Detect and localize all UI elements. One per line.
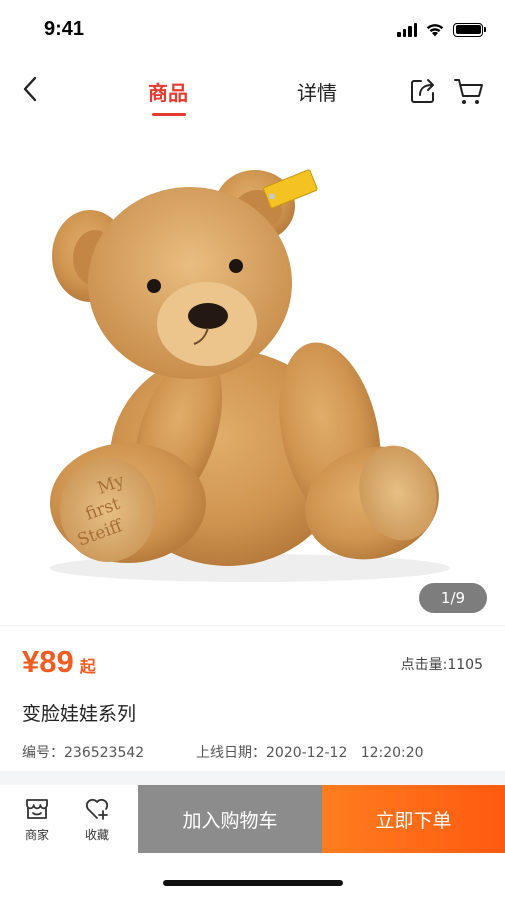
section-divider (0, 771, 505, 785)
home-indicator (163, 880, 343, 886)
favorite-button[interactable]: 收藏 (67, 785, 127, 853)
wifi-icon (426, 24, 444, 37)
product-image: My first Steiff (50, 169, 450, 582)
price-value: ¥89 (22, 644, 74, 679)
favorite-label: 收藏 (84, 828, 109, 842)
online-date: 上线日期：2020-12-12 12:20:20 (196, 745, 424, 761)
signal-icon (397, 22, 417, 37)
product-gallery[interactable]: My first Steiff 1/9 (0, 128, 505, 625)
cart-icon[interactable] (453, 76, 485, 106)
status-bar: 9:41 (0, 0, 505, 58)
status-icons (397, 22, 486, 37)
product-info: ¥89 起 点击量:1105 变脸娃娃系列 编号：236523542 上线日期：2… (0, 625, 505, 771)
tab-detail[interactable]: 详情 (297, 77, 337, 106)
price: ¥89 起 (22, 644, 96, 680)
bottom-action-bar: 商家 收藏 加入购物车 立即下单 (0, 785, 505, 853)
price-suffix: 起 (79, 659, 96, 676)
favorite-icon (85, 798, 109, 820)
buy-now-button[interactable]: 立即下单 (322, 785, 505, 853)
back-icon[interactable] (16, 74, 44, 104)
status-time: 9:41 (44, 18, 85, 40)
battery-icon (453, 22, 486, 37)
product-title: 变脸娃娃系列 (22, 703, 137, 725)
nav-bar: 商品 详情 (0, 58, 505, 128)
shop-label: 商家 (24, 828, 49, 842)
page-indicator: 1/9 (419, 583, 487, 613)
active-tab-indicator (152, 113, 186, 116)
shop-icon (26, 799, 48, 819)
tab-goods[interactable]: 商品 (148, 77, 188, 106)
share-icon[interactable] (408, 76, 438, 106)
add-to-cart-button[interactable]: 加入购物车 (138, 785, 322, 853)
product-code: 编号：236523542 (22, 745, 145, 761)
click-count: 点击量:1105 (400, 657, 483, 673)
shop-button[interactable]: 商家 (7, 785, 67, 853)
